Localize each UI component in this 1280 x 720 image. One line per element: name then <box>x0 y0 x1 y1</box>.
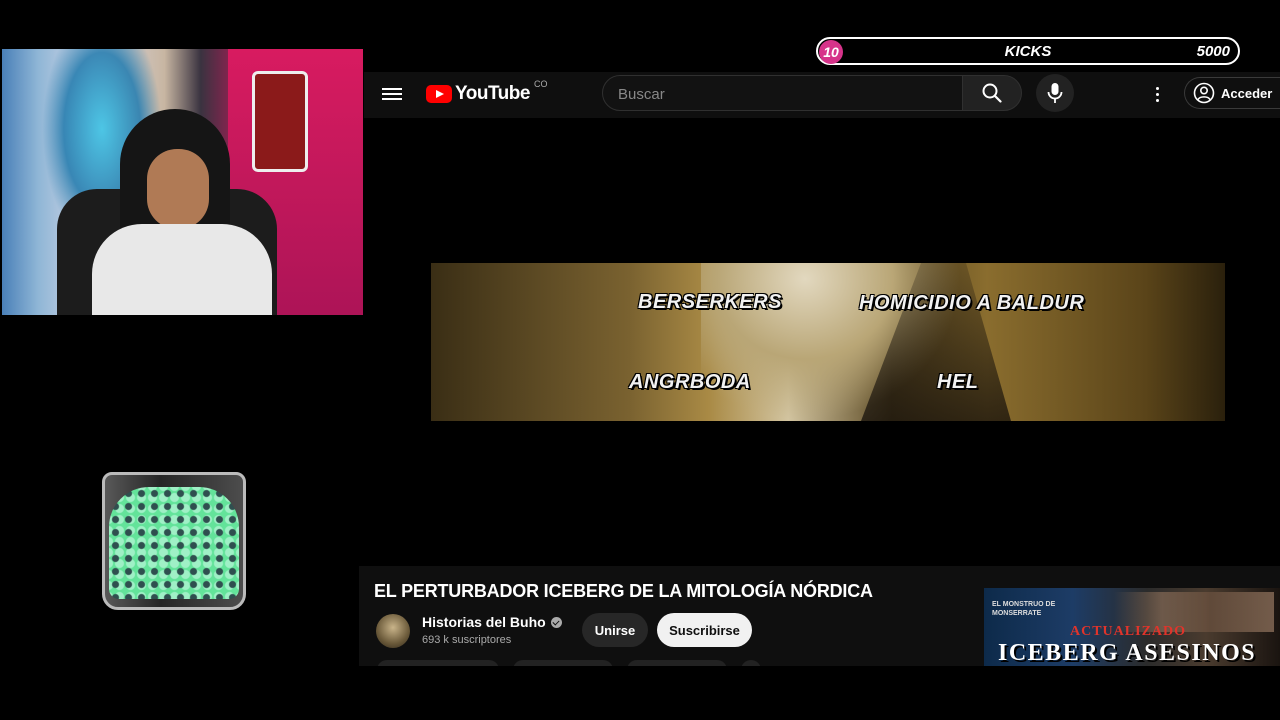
search-input[interactable] <box>603 76 960 112</box>
signin-label: Acceder <box>1221 85 1273 101</box>
thumbnail-small-text: EL MONSTRUO DE MONSERRATE <box>992 600 1055 618</box>
verified-icon <box>550 616 562 628</box>
action-chip[interactable] <box>741 660 761 666</box>
video-label-homicidio: HOMICIDIO A BALDUR <box>859 292 1085 314</box>
channel-avatar[interactable] <box>376 614 410 648</box>
country-code: CO <box>533 79 548 89</box>
streamer-shirt <box>92 224 272 315</box>
kicks-goal: 5000 <box>1196 42 1230 60</box>
thumbnail-updated-label: ACTUALIZADO <box>1070 624 1187 639</box>
streamer-face <box>147 149 209 229</box>
video-label-angrboda: ANGRBODA <box>629 371 751 393</box>
search-box <box>602 75 964 112</box>
video-player[interactable]: BERSERKERS HOMICIDIO A BALDUR ANGRBODA H… <box>431 263 1225 421</box>
kicks-label: KICKS <box>1004 42 1052 60</box>
channel-name-row[interactable]: Historias del Buho <box>422 614 562 630</box>
action-chip[interactable] <box>513 660 613 666</box>
thumbnail-title: ICEBERG ASESINOS <box>998 640 1257 666</box>
more-options-icon[interactable] <box>1150 82 1164 106</box>
action-chip[interactable] <box>377 660 499 666</box>
search-button[interactable] <box>962 75 1022 111</box>
subscribe-button[interactable]: Suscribirse <box>657 613 752 647</box>
join-button[interactable]: Unirse <box>582 613 648 647</box>
video-label-berserkers: BERSERKERS <box>638 291 782 313</box>
action-chips-row <box>377 660 761 666</box>
kicks-jar <box>102 472 246 610</box>
microphone-icon <box>1047 83 1063 103</box>
video-title: EL PERTURBADOR ICEBERG DE LA MITOLOGÍA N… <box>374 581 873 601</box>
action-chip[interactable] <box>627 660 727 666</box>
video-label-hel: HEL <box>937 371 979 393</box>
thumbnail-small-text-1: EL MONSTRUO DE <box>992 601 1056 608</box>
youtube-logo[interactable]: YouTube CO <box>426 79 547 105</box>
thumbnail-small-text-2: MONSERRATE <box>992 610 1042 617</box>
search-icon <box>982 83 1002 103</box>
youtube-play-icon <box>426 85 452 103</box>
channel-name[interactable]: Historias del Buho <box>422 614 546 630</box>
voice-search-button[interactable] <box>1036 74 1074 112</box>
recommended-video-thumbnail[interactable]: EL MONSTRUO DE MONSERRATE ACTUALIZADO IC… <box>984 588 1280 666</box>
streamer <box>92 109 272 315</box>
menu-icon[interactable] <box>382 85 402 103</box>
youtube-logo-text: YouTube <box>455 83 530 104</box>
account-icon <box>1193 82 1215 104</box>
signin-button[interactable]: Acceder <box>1184 77 1280 109</box>
youtube-header: YouTube CO Acceder <box>364 72 1280 118</box>
jar-contents <box>109 487 239 599</box>
subscriber-count: 693 k suscriptores <box>422 634 512 646</box>
kicks-goal-bar: 10 KICKS 5000 <box>816 37 1240 65</box>
webcam-feed <box>2 49 363 315</box>
